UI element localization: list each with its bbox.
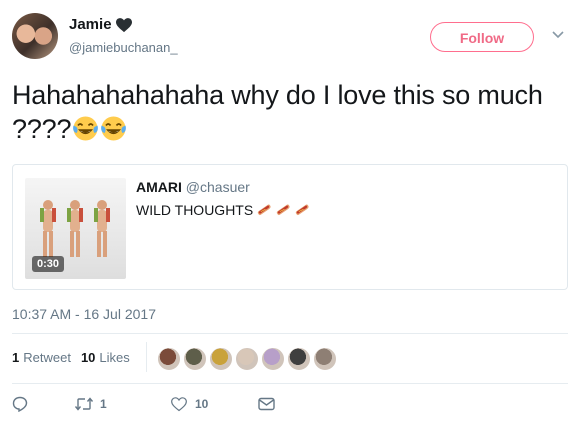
divider <box>12 383 568 384</box>
tears-of-joy-emoji-icon <box>101 116 127 141</box>
likes-label[interactable]: Likes <box>99 350 129 365</box>
reply-icon <box>12 396 28 412</box>
stats-separator <box>146 342 147 372</box>
liker-avatar[interactable] <box>313 347 337 371</box>
retweet-button[interactable]: 1 <box>74 396 171 412</box>
tweet-text: Hahahahahahaha why do I love this so muc… <box>12 78 572 146</box>
quoted-author: AMARI @chasuer <box>136 179 250 195</box>
quoted-tweet-text: WILD THOUGHTS <box>136 202 310 218</box>
retweet-label[interactable]: Retweet <box>23 350 71 365</box>
dancer-figure <box>94 200 110 257</box>
tweet-timestamp[interactable]: 10:37 AM - 16 Jul 2017 <box>12 306 156 322</box>
quoted-author-handle: @chasuer <box>185 179 250 195</box>
retweet-icon <box>74 397 94 411</box>
direct-message-button[interactable] <box>258 397 275 411</box>
reply-button[interactable] <box>12 396 74 412</box>
dancer-figure <box>40 200 56 257</box>
liker-avatar[interactable] <box>183 347 207 371</box>
tweet-actions: 1 10 <box>12 396 275 412</box>
heart-outline-icon <box>171 396 187 411</box>
liker-avatars <box>157 347 339 371</box>
likes-count[interactable]: 10 <box>81 350 95 365</box>
retweet-action-count: 1 <box>100 397 107 411</box>
tears-of-joy-emoji-icon <box>73 116 99 141</box>
like-action-count: 10 <box>195 397 209 411</box>
tweet-stats: 1 Retweet 10 Likes <box>12 350 130 365</box>
author-name-row: Jamie <box>69 16 132 34</box>
quoted-text-content: WILD THOUGHTS <box>136 202 254 218</box>
envelope-icon <box>258 397 275 411</box>
liker-avatar[interactable] <box>157 347 181 371</box>
dancer-figure <box>67 200 83 257</box>
black-heart-icon <box>115 17 132 32</box>
retweet-count[interactable]: 1 <box>12 350 19 365</box>
author-handle[interactable]: @jamiebuchanan_ <box>69 40 178 55</box>
author-avatar[interactable] <box>12 13 58 59</box>
hot-dog-emoji-icon <box>276 204 290 216</box>
chevron-down-icon[interactable] <box>552 31 564 39</box>
liker-avatar[interactable] <box>287 347 311 371</box>
liker-avatar[interactable] <box>235 347 259 371</box>
like-button[interactable]: 10 <box>171 396 258 412</box>
divider <box>12 333 568 334</box>
follow-button[interactable]: Follow <box>430 22 534 52</box>
quoted-video-thumbnail[interactable]: 0:30 <box>25 178 126 279</box>
quoted-tweet-card[interactable]: 0:30 AMARI @chasuer WILD THOUGHTS <box>12 164 568 290</box>
author-display-name[interactable]: Jamie <box>69 16 112 34</box>
liker-avatar[interactable] <box>209 347 233 371</box>
hot-dog-emoji-icon <box>257 204 271 216</box>
quoted-author-name: AMARI <box>136 179 182 195</box>
video-duration-badge: 0:30 <box>32 256 65 272</box>
liker-avatar[interactable] <box>261 347 285 371</box>
hot-dog-emoji-icon <box>295 204 309 216</box>
